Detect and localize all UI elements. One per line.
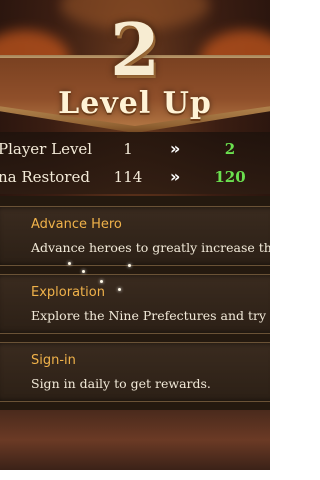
stat-row-player-level: Player Level 1 » 2: [0, 136, 270, 162]
stat-label: Player Level: [0, 140, 93, 158]
new-level-number: 2: [109, 7, 161, 92]
card-title: Advance Hero: [31, 217, 122, 232]
stat-new-value: 120: [214, 168, 246, 186]
sparkle-decoration: [128, 264, 131, 267]
card-advance-hero[interactable]: Advance Hero Advance heroes to greatly i…: [0, 206, 270, 266]
card-description: Explore the Nine Prefectures and try: [31, 308, 267, 323]
bottom-background: [0, 410, 270, 470]
sparkle-decoration: [82, 270, 85, 273]
sparkle-decoration: [68, 262, 71, 265]
game-screen: 2 Level Up Player Level 1 » 2 na Restore…: [0, 0, 270, 470]
card-description: Sign in daily to get rewards.: [31, 376, 211, 391]
double-chevron-right-icon: »: [170, 139, 181, 158]
card-sign-in[interactable]: Sign-in Sign in daily to get rewards.: [0, 342, 270, 402]
card-exploration[interactable]: Exploration Explore the Nine Prefectures…: [0, 274, 270, 334]
card-title: Sign-in: [31, 353, 76, 368]
sparkle-decoration: [100, 280, 103, 283]
stat-new-value: 2: [224, 140, 236, 158]
suggestions-panel: Advance Hero Advance heroes to greatly i…: [0, 196, 270, 410]
stat-row-stamina-restored: na Restored 114 » 120: [0, 164, 270, 190]
stat-label: na Restored: [0, 168, 90, 186]
sparkle-decoration: [118, 288, 121, 291]
stat-old-value: 114: [113, 168, 143, 186]
stat-old-value: 1: [123, 140, 133, 158]
double-chevron-right-icon: »: [170, 167, 181, 186]
stats-panel: Player Level 1 » 2 na Restored 114 » 120: [0, 132, 270, 194]
card-description: Advance heroes to greatly increase th: [31, 240, 270, 255]
level-up-title: Level Up: [58, 86, 212, 121]
card-title: Exploration: [31, 285, 105, 300]
